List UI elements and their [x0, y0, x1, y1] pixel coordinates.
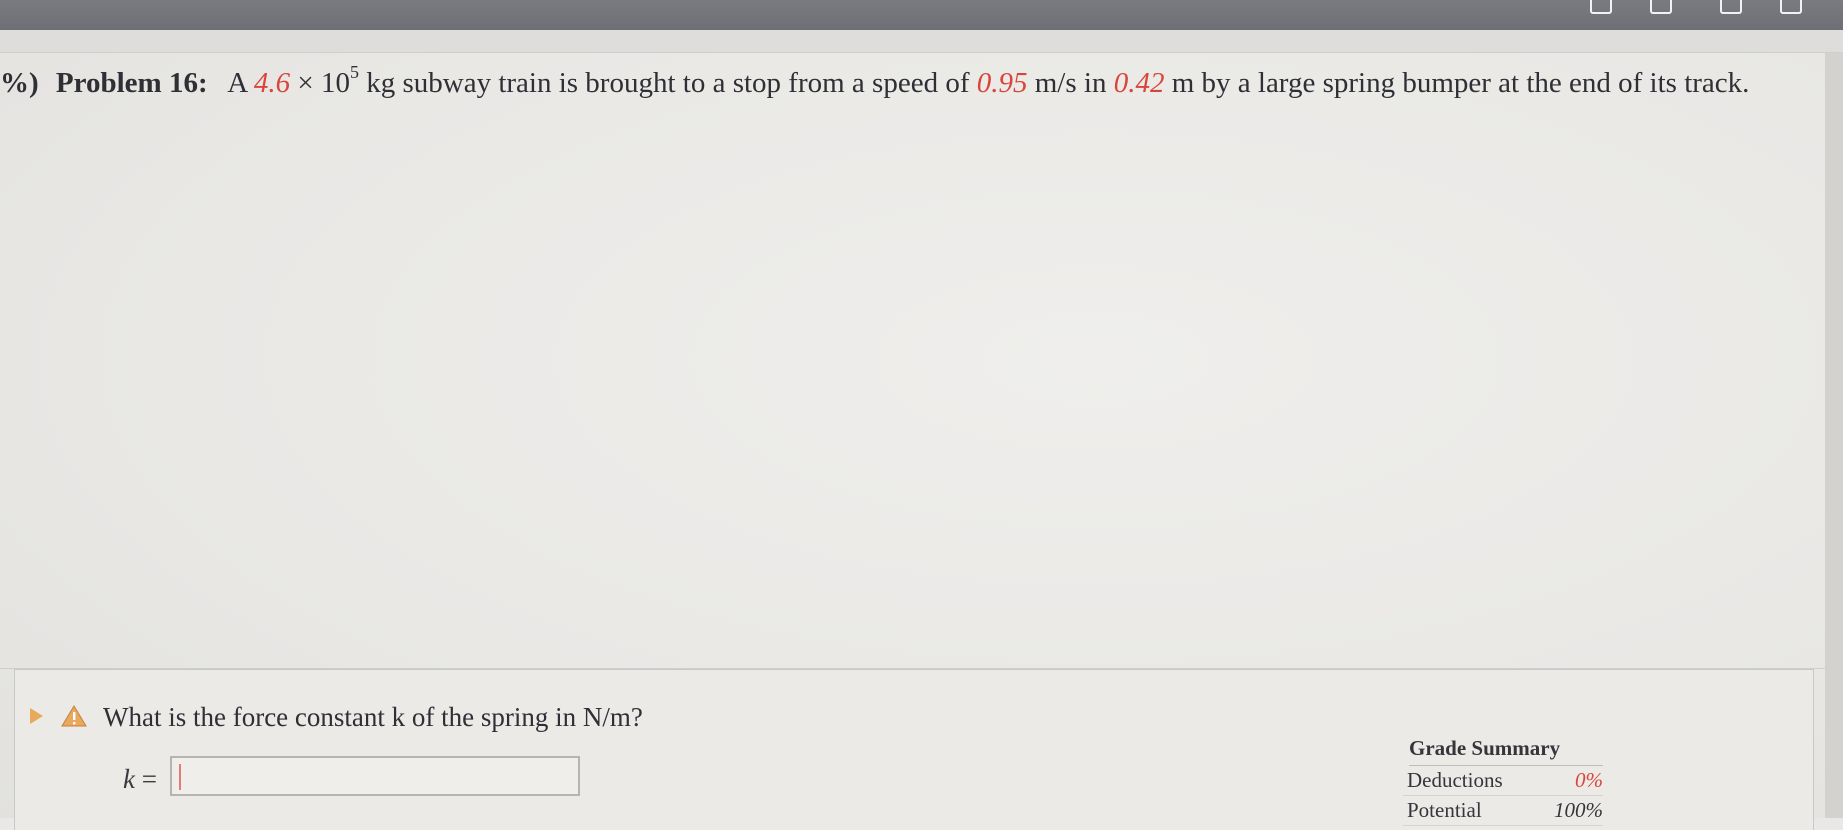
- grade-row-value: 0%: [1575, 768, 1603, 792]
- answer-variable: k: [123, 764, 135, 794]
- answer-label: k =: [123, 764, 157, 795]
- window-icon[interactable]: [1650, 0, 1672, 14]
- grade-row-deductions: Deductions 0%: [1403, 766, 1603, 796]
- problem-text: m by a large spring bumper at the end of…: [1171, 67, 1750, 99]
- grade-row-label: Deductions: [1407, 768, 1503, 792]
- distance-value: 0.42: [1113, 67, 1165, 99]
- window-icon[interactable]: [1590, 0, 1612, 14]
- window-titlebar: [0, 0, 1843, 30]
- times-sign: ×: [297, 67, 314, 99]
- page-edge: [1825, 53, 1843, 818]
- answer-equals: =: [141, 764, 157, 794]
- grade-summary: Grade Summary Deductions 0% Potential 10…: [1403, 736, 1603, 826]
- problem-statement: %) Problem 16: A 4.6 × 105 kg subway tra…: [0, 63, 1750, 100]
- problem-label: Problem 16:: [55, 67, 208, 99]
- question-text: What is the force constant k of the spri…: [103, 702, 643, 732]
- grade-row-value: 100%: [1554, 798, 1603, 822]
- question-panel: What is the force constant k of the spri…: [14, 669, 1814, 830]
- warning-icon: [61, 705, 87, 727]
- grade-row-label: Potential: [1407, 798, 1482, 822]
- window-icon[interactable]: [1780, 0, 1802, 14]
- text-caret: [179, 764, 181, 790]
- toolbar-strip: [0, 30, 1843, 53]
- answer-input[interactable]: [170, 756, 580, 796]
- mass-base: 10: [320, 67, 350, 99]
- problem-text: A: [227, 67, 247, 99]
- mass-exponent: 5: [349, 62, 359, 82]
- grade-summary-title: Grade Summary: [1409, 736, 1603, 766]
- play-icon[interactable]: [30, 708, 43, 724]
- problem-percent: %): [0, 67, 39, 99]
- window-icon[interactable]: [1720, 0, 1742, 14]
- problem-text: kg subway train is brought to a stop fro…: [366, 67, 970, 99]
- speed-value: 0.95: [976, 67, 1028, 99]
- grade-row-potential: Potential 100%: [1403, 796, 1603, 826]
- mass-coefficient: 4.6: [253, 67, 291, 99]
- problem-page: %) Problem 16: A 4.6 × 105 kg subway tra…: [0, 53, 1825, 830]
- speed-unit: m/s in: [1034, 67, 1107, 99]
